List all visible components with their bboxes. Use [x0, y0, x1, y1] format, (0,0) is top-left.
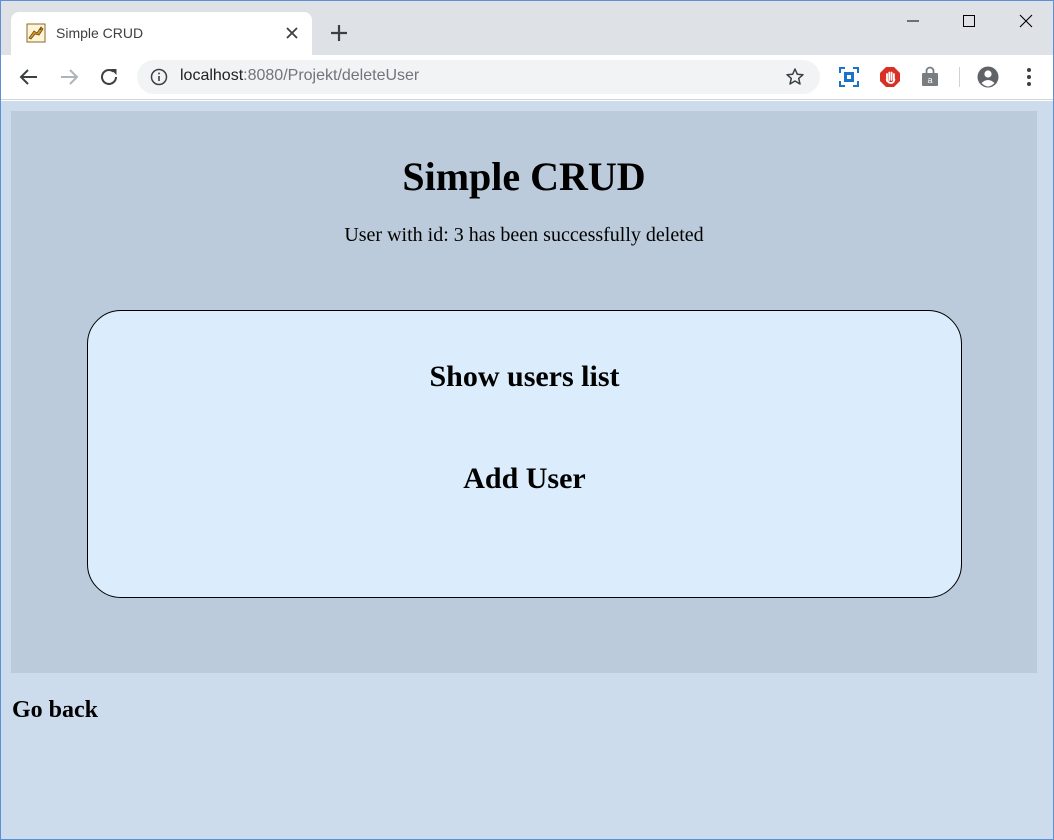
window-close-icon[interactable] — [1014, 9, 1038, 33]
three-dots-vertical-icon[interactable] — [1017, 65, 1041, 89]
toolbar-separator — [959, 67, 960, 87]
browser-toolbar: localhost:8080/Projekt/deleteUser a — [1, 55, 1053, 100]
url-path: :8080/Projekt/deleteUser — [243, 67, 420, 84]
page-title: Simple CRUD — [402, 154, 646, 199]
page-content: Simple CRUD User with id: 3 has been suc… — [1, 101, 1053, 839]
reload-icon[interactable] — [97, 65, 121, 89]
maximize-icon[interactable] — [957, 9, 981, 33]
info-icon[interactable] — [150, 68, 168, 86]
minimize-icon[interactable] — [901, 9, 925, 33]
status-message: User with id: 3 has been successfully de… — [344, 224, 704, 246]
url-host: localhost — [180, 67, 244, 84]
tab-title: Simple CRUD — [56, 25, 144, 41]
star-icon[interactable] — [785, 67, 805, 87]
plus-icon[interactable] — [328, 22, 350, 44]
tomcat-favicon-icon — [26, 23, 46, 43]
add-user-link[interactable]: Add User — [88, 462, 961, 496]
back-arrow-icon[interactable] — [17, 65, 41, 89]
svg-text:a: a — [927, 75, 932, 85]
show-users-list-link[interactable]: Show users list — [88, 360, 961, 394]
close-icon[interactable] — [283, 24, 301, 42]
shopping-bag-icon[interactable]: a — [919, 66, 941, 88]
screen-capture-extension-icon[interactable] — [838, 66, 860, 88]
account-circle-icon[interactable] — [976, 65, 1000, 89]
forward-arrow-icon[interactable] — [57, 65, 81, 89]
main-panel: Simple CRUD User with id: 3 has been suc… — [11, 111, 1037, 673]
go-back-link[interactable]: Go back — [12, 697, 98, 724]
url-text[interactable]: localhost:8080/Projekt/deleteUser — [180, 67, 419, 85]
tab-strip: Simple CRUD — [1, 1, 1053, 55]
address-bar[interactable]: localhost:8080/Projekt/deleteUser — [137, 60, 820, 94]
browser-window: Simple CRUD localhost:8080/Projekt/delet… — [0, 0, 1054, 840]
menu-box: Show users list Add User — [87, 310, 962, 598]
tab-simple-crud[interactable]: Simple CRUD — [11, 12, 312, 55]
adblock-hand-icon[interactable] — [879, 66, 901, 88]
